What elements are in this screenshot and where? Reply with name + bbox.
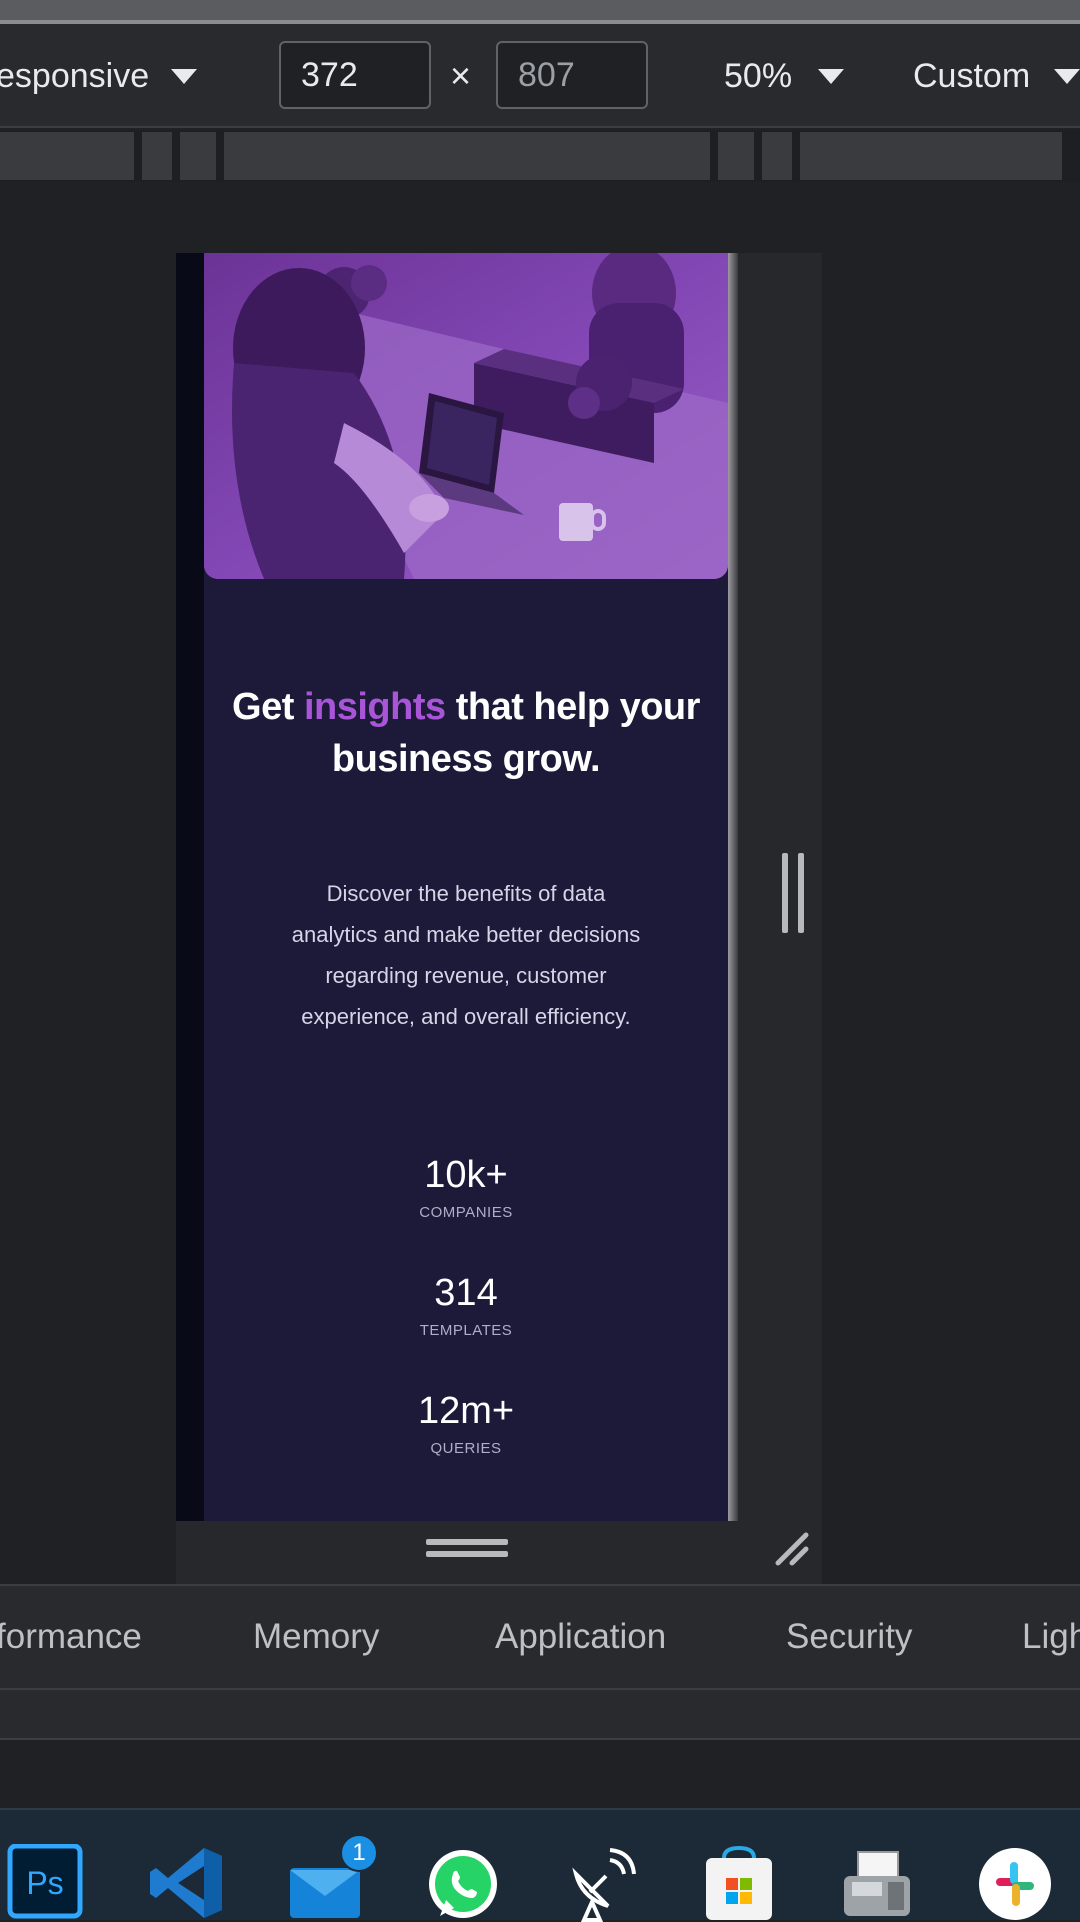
resize-handle-right[interactable] (782, 853, 804, 933)
devtools-panel-tabs: formance Memory Application Security Lig… (0, 1584, 1080, 1690)
chevron-down-icon (171, 68, 198, 84)
viewport-height-input[interactable]: 807 (496, 41, 648, 109)
media-query-segment[interactable] (180, 132, 216, 180)
tab-security[interactable]: Security (786, 1586, 912, 1688)
hero-photo-illustration (204, 253, 728, 579)
stat-label: QUERIES (430, 1440, 502, 1457)
stat-label: TEMPLATES (419, 1322, 513, 1339)
chevron-down-icon (1054, 68, 1080, 84)
headline-accent-word: insights (303, 686, 446, 728)
throttle-dropdown[interactable]: Custom (913, 24, 1080, 128)
zoom-dropdown[interactable]: 50% (724, 24, 845, 128)
device-bottom-bar (176, 1521, 822, 1585)
slack-icon[interactable] (976, 1844, 1054, 1922)
tab-memory[interactable]: Memory (253, 1586, 379, 1688)
stat-templates: 314 TEMPLATES (204, 1271, 728, 1343)
tab-application[interactable]: Application (495, 1586, 666, 1688)
device-screen: Get insights that help your business gro… (204, 253, 728, 1521)
headline-text-start: Get (232, 686, 304, 728)
device-frame: Get insights that help your business gro… (176, 253, 822, 1585)
device-toolbar: esponsive 372 × 807 50% Custom (0, 24, 1080, 128)
media-query-segment[interactable] (224, 132, 710, 180)
photoshop-icon[interactable]: Ps (6, 1844, 84, 1922)
device-mode-dropdown[interactable]: esponsive (0, 24, 198, 128)
media-query-segment[interactable] (762, 132, 792, 180)
device-mode-label: esponsive (0, 56, 150, 95)
devtools-body (0, 1742, 1080, 1808)
page-headline: Get insights that help your business gro… (204, 681, 728, 785)
throttle-label: Custom (913, 56, 1031, 95)
whatsapp-icon[interactable] (424, 1844, 502, 1922)
windows-taskbar: Ps 1 (0, 1808, 1080, 1922)
device-scroll-shadow (728, 253, 738, 1521)
zoom-label: 50% (724, 56, 793, 95)
tab-performance[interactable]: formance (0, 1586, 142, 1688)
microsoft-store-icon[interactable] (700, 1844, 778, 1922)
resize-corner-icon[interactable] (772, 1529, 812, 1569)
viewport-width-input[interactable]: 372 (279, 41, 431, 109)
stat-value: 314 (434, 1272, 498, 1314)
media-query-segment[interactable] (718, 132, 754, 180)
media-query-segment[interactable] (800, 132, 1062, 180)
devtools-subtoolbar (0, 1690, 1080, 1740)
fax-icon[interactable] (838, 1844, 916, 1922)
stat-value: 12m+ (417, 1390, 515, 1432)
tab-lighthouse[interactable]: Ligh (1022, 1586, 1080, 1688)
chevron-down-icon (818, 68, 845, 84)
window-top-strip (0, 0, 1080, 26)
device-right-gutter (728, 253, 822, 1521)
device-viewport-area: Get insights that help your business gro… (0, 182, 1080, 1585)
photoshop-label: Ps (26, 1865, 63, 1901)
media-query-segment[interactable] (0, 132, 134, 180)
mail-badge: 1 (340, 1834, 378, 1872)
stat-companies: 10k+ COMPANIES (204, 1153, 728, 1225)
page-description: Discover the benefits of data analytics … (291, 881, 641, 1029)
device-left-edge (176, 253, 204, 1521)
dimension-separator: × (450, 55, 472, 96)
stat-queries: 12m+ QUERIES (204, 1389, 728, 1461)
stat-value: 10k+ (424, 1154, 508, 1196)
media-query-bar (0, 130, 1080, 182)
media-query-segment[interactable] (142, 132, 172, 180)
hero-image (204, 253, 728, 579)
vscode-icon[interactable] (148, 1844, 226, 1922)
satellite-icon[interactable] (562, 1844, 640, 1922)
resize-handle-bottom[interactable] (426, 1539, 508, 1561)
stat-label: COMPANIES (419, 1204, 513, 1221)
